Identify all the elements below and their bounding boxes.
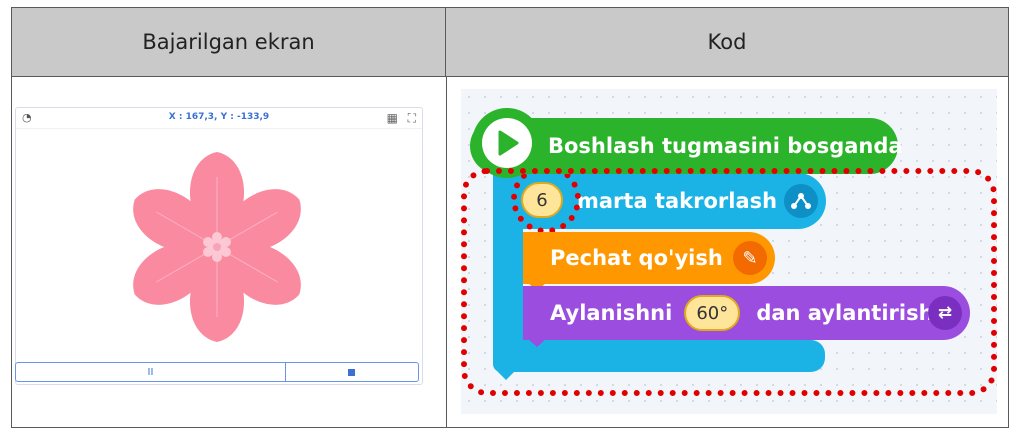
flower-drawing <box>133 152 301 342</box>
stop-icon <box>348 368 355 376</box>
header-code: Kod <box>446 8 1008 77</box>
fullscreen-icon[interactable]: ⛶ <box>408 111 416 126</box>
playback-controls: II <box>15 362 419 382</box>
pause-icon: II <box>147 366 154 378</box>
header-result-screen: Bajarilgan ekran <box>12 8 446 77</box>
start-block-label: Boshlash tugmasini bosganda <box>548 134 903 158</box>
play-icon <box>498 130 519 156</box>
stage-toolbar: ◔ X : 167,3, Y : -133,9 ▦ ⛶ <box>16 108 422 129</box>
stop-button[interactable] <box>285 363 418 381</box>
grid-icon[interactable]: ▦ <box>387 111 398 125</box>
pause-button[interactable]: II <box>16 363 286 381</box>
coordinates-readout: X : 167,3, Y : -133,9 <box>168 112 270 122</box>
loop-highlight <box>461 168 997 396</box>
column-divider <box>446 77 447 427</box>
stage-panel: ◔ X : 167,3, Y : -133,9 ▦ ⛶ <box>15 107 423 385</box>
